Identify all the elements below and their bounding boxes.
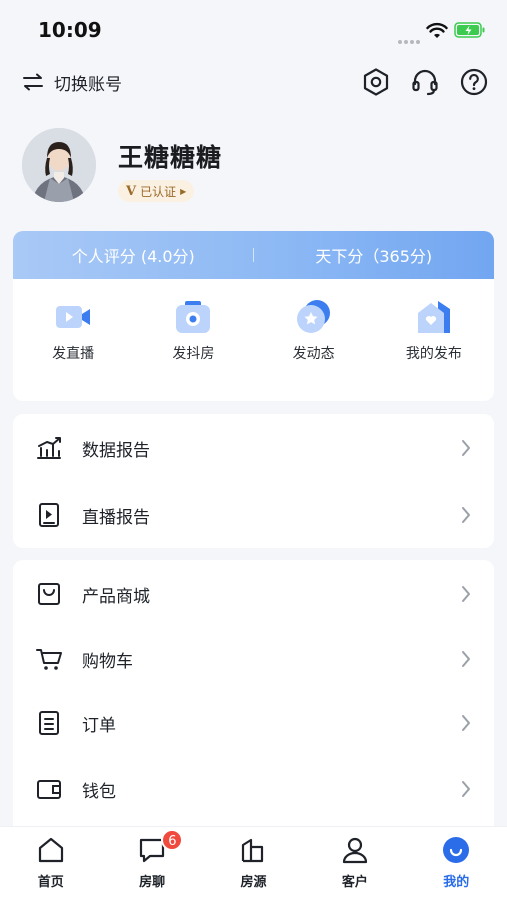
profile-section: 王糖糖糖 V 已认证 ▶ — [22, 128, 492, 208]
menu-label: 购物车 — [82, 651, 133, 672]
shopping-bag-icon — [38, 583, 60, 605]
battery-charging-icon — [454, 22, 485, 38]
divider — [253, 248, 254, 262]
tab-label: 首页 — [37, 875, 64, 890]
top-bar: 切换账号 — [0, 60, 507, 104]
switch-account-button[interactable]: 切换账号 — [22, 68, 122, 96]
wallet-icon — [37, 780, 61, 799]
action-douyin-house[interactable]: 发抖房 — [133, 297, 253, 377]
verified-label: 已认证 — [140, 184, 177, 199]
tab-me[interactable]: 我的 — [406, 827, 507, 900]
world-score[interactable]: 天下分（365分) — [254, 243, 495, 267]
unread-badge: 6 — [161, 829, 184, 851]
verified-badge[interactable]: V 已认证 ▶ — [118, 180, 195, 202]
tab-label: 我的 — [443, 875, 470, 890]
main-card: 个人评分 (4.0分) 天下分（365分) 发直播 发抖房 发动态 我的发布 — [13, 231, 494, 401]
settings-icon[interactable] — [361, 67, 391, 97]
menu-row-cart[interactable]: 购物车 — [13, 626, 494, 692]
chevron-right-icon — [462, 440, 470, 456]
menu-row-data-report[interactable]: 数据报告 — [13, 415, 494, 481]
live-video-icon — [56, 306, 91, 328]
user-name: 王糖糖糖 — [118, 143, 223, 172]
status-time: 10:09 — [38, 18, 102, 42]
house-heart-icon — [417, 301, 450, 333]
tab-label: 房聊 — [139, 875, 166, 890]
cart-icon — [36, 649, 62, 670]
menu-label: 产品商城 — [82, 586, 150, 607]
chart-icon — [37, 437, 61, 459]
action-douyin-house-label: 发抖房 — [172, 346, 215, 362]
tab-label: 房源 — [240, 875, 267, 890]
tab-customers[interactable]: 客户 — [304, 827, 405, 900]
quick-actions: 发直播 发抖房 发动态 我的发布 — [13, 297, 494, 377]
shop-card: 产品商城 购物车 订单 钱包 — [13, 560, 494, 850]
action-my-posts[interactable]: 我的发布 — [374, 297, 494, 377]
menu-label: 钱包 — [82, 781, 116, 802]
building-icon — [242, 838, 264, 863]
menu-row-wallet[interactable]: 钱包 — [13, 756, 494, 822]
tab-listings[interactable]: 房源 — [203, 827, 304, 900]
action-live-label: 发直播 — [52, 346, 95, 362]
menu-label: 数据报告 — [82, 440, 150, 461]
caret-right-icon: ▶ — [180, 186, 187, 196]
tab-chat[interactable]: 房聊 6 — [101, 827, 202, 900]
wifi-icon — [426, 22, 448, 38]
tab-bar: 首页 房聊 6 房源 客户 我的 — [0, 826, 507, 900]
order-icon — [39, 711, 59, 735]
camera-icon — [176, 301, 211, 333]
chevron-right-icon — [462, 781, 470, 797]
tab-home[interactable]: 首页 — [0, 827, 101, 900]
switch-account-label: 切换账号 — [54, 74, 122, 95]
menu-label: 订单 — [82, 715, 116, 736]
menu-label: 直播报告 — [82, 507, 150, 528]
personal-score[interactable]: 个人评分 (4.0分) — [13, 243, 254, 267]
verified-v-icon: V — [126, 183, 137, 199]
swap-arrows-icon — [23, 73, 43, 91]
home-icon — [38, 837, 63, 863]
action-moment[interactable]: 发动态 — [254, 297, 374, 377]
chevron-right-icon — [462, 586, 470, 602]
reports-card: 数据报告 直播报告 — [13, 414, 494, 548]
action-live[interactable]: 发直播 — [13, 297, 133, 377]
action-moment-label: 发动态 — [292, 346, 335, 362]
action-my-posts-label: 我的发布 — [405, 346, 462, 362]
menu-row-product-mall[interactable]: 产品商城 — [13, 561, 494, 627]
status-bar: 10:09 — [0, 0, 507, 60]
menu-row-orders[interactable]: 订单 — [13, 690, 494, 756]
star-bubble-icon — [296, 300, 330, 333]
me-icon — [443, 837, 470, 863]
play-doc-icon — [39, 503, 59, 527]
headset-icon[interactable] — [410, 67, 440, 97]
chevron-right-icon — [462, 507, 470, 523]
help-icon[interactable] — [459, 67, 489, 97]
chevron-right-icon — [462, 715, 470, 731]
score-bar: 个人评分 (4.0分) 天下分（365分) — [13, 231, 494, 279]
chevron-right-icon — [462, 651, 470, 667]
person-icon — [342, 837, 367, 864]
tab-label: 客户 — [341, 875, 368, 890]
avatar[interactable] — [22, 128, 96, 202]
signal-dots-icon — [398, 29, 422, 48]
menu-row-live-report[interactable]: 直播报告 — [13, 482, 494, 548]
